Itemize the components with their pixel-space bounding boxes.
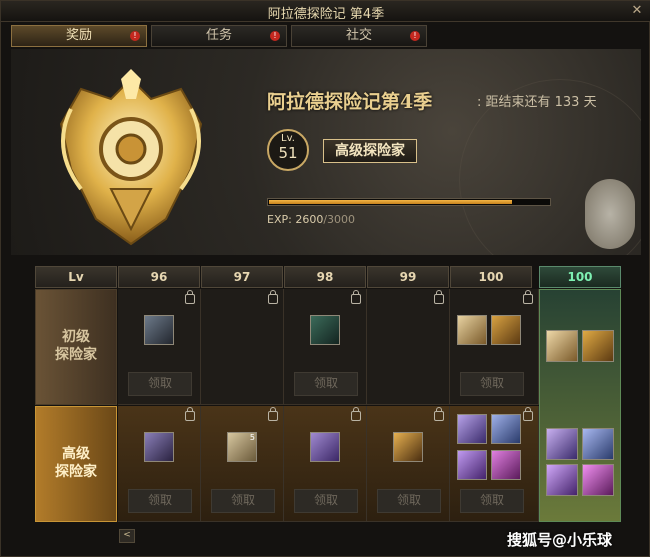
- claim-button[interactable]: 领取: [128, 489, 192, 513]
- claim-button[interactable]: 领取: [294, 372, 358, 396]
- season-banner: 阿拉德探险记第4季 : 距结束还有 133 天 Lv. 51 高级探险家 EXP…: [11, 49, 641, 255]
- title-bar: 阿拉德探险记 第4季 ✕: [1, 1, 650, 22]
- claim-button[interactable]: 领取: [460, 489, 524, 513]
- reward-cell: 领取: [367, 406, 450, 522]
- reward-cell: 领取: [118, 406, 201, 522]
- coupon-icon[interactable]: [310, 432, 340, 462]
- claim-button[interactable]: 领取: [128, 372, 192, 396]
- lock-icon: [434, 290, 444, 304]
- season-emblem-icon: [59, 69, 203, 246]
- exp-current: 2600: [295, 213, 324, 226]
- avatar-box-icon[interactable]: [491, 414, 521, 444]
- gift-box-icon[interactable]: [546, 330, 578, 362]
- treasure-chest-icon[interactable]: [582, 330, 614, 362]
- close-icon[interactable]: ✕: [629, 3, 645, 19]
- reward-cell: 领取: [450, 406, 539, 522]
- avatar-box-icon[interactable]: [457, 450, 487, 480]
- lock-icon: [351, 407, 361, 421]
- tab-rewards-label: 奖励: [65, 28, 92, 43]
- bonus-level-header: 100: [539, 266, 621, 288]
- claim-button[interactable]: 领取: [211, 489, 275, 513]
- reward-cell: 领取: [118, 289, 201, 405]
- compass-icon: [585, 179, 635, 249]
- reward-cell: 5 领取: [201, 406, 284, 522]
- lock-icon: [185, 407, 195, 421]
- claim-button[interactable]: 领取: [460, 372, 524, 396]
- basic-explorer-label: 初级 探险家: [35, 289, 117, 405]
- crate-icon[interactable]: [310, 315, 340, 345]
- level-value: 51: [278, 144, 298, 162]
- claim-button[interactable]: 领取: [377, 489, 441, 513]
- reward-cell: 领取: [450, 289, 539, 405]
- exp-label: EXP:: [267, 213, 292, 226]
- bonus-reward-column: [539, 289, 621, 522]
- exp-readout: EXP: 2600/3000: [267, 213, 355, 226]
- costume-icon[interactable]: [491, 450, 521, 480]
- level-98-header: 98: [284, 266, 366, 288]
- reward-cell: 领取: [284, 406, 367, 522]
- costume-icon[interactable]: [582, 464, 614, 496]
- level-97-header: 97: [201, 266, 283, 288]
- window-title: 阿拉德探险记 第4季: [267, 7, 385, 22]
- alert-icon: !: [270, 31, 280, 41]
- scroll-left-button[interactable]: <: [119, 529, 135, 543]
- item-count: 5: [249, 433, 255, 442]
- treasure-chest-icon[interactable]: [491, 315, 521, 345]
- lock-icon: [523, 290, 533, 304]
- basic-explorer-label-line1: 初级: [62, 329, 90, 345]
- avatar-box-icon[interactable]: [457, 414, 487, 444]
- lock-icon: [185, 290, 195, 304]
- supply-box-icon[interactable]: 5: [227, 432, 257, 462]
- watermark: 搜狐号@小乐球: [507, 531, 613, 549]
- level-100-header: 100: [450, 266, 532, 288]
- tab-social[interactable]: 社交 !: [291, 25, 427, 47]
- advanced-explorer-label-line1: 高级: [62, 446, 90, 462]
- lock-icon: [268, 407, 278, 421]
- exp-progress-fill: [269, 200, 512, 204]
- golden-scroll-icon[interactable]: [393, 432, 423, 462]
- mystery-box-icon[interactable]: [144, 432, 174, 462]
- season-window: 阿拉德探险记 第4季 ✕ 奖励 ! 任务 ! 社交 ! 阿拉德探险记第4季: …: [0, 0, 650, 557]
- level-prefix: Lv.: [281, 133, 295, 144]
- exp-max: /3000: [323, 213, 356, 226]
- reward-cell: 领取: [284, 289, 367, 405]
- level-indicator: Lv. 51: [267, 129, 309, 171]
- alert-icon: !: [130, 31, 140, 41]
- season-title: 阿拉德探险记第4季: [267, 91, 433, 113]
- level-96-header: 96: [118, 266, 200, 288]
- lock-icon: [268, 290, 278, 304]
- lock-icon: [351, 290, 361, 304]
- level-99-header: 99: [367, 266, 449, 288]
- reward-cell: [367, 289, 450, 405]
- avatar-box-icon[interactable]: [546, 464, 578, 496]
- reward-cell: [201, 289, 284, 405]
- avatar-box-icon[interactable]: [582, 428, 614, 460]
- advanced-explorer-label-line2: 探险家: [55, 464, 97, 480]
- level-header: Lv: [35, 266, 117, 288]
- tab-quests[interactable]: 任务 !: [151, 25, 287, 47]
- alert-icon: !: [410, 31, 420, 41]
- claim-button[interactable]: 领取: [294, 489, 358, 513]
- tab-quests-label: 任务: [205, 28, 232, 43]
- lock-icon: [523, 407, 533, 421]
- weapon-box-icon[interactable]: [144, 315, 174, 345]
- exp-progress-bar: [267, 198, 551, 206]
- rank-badge: 高级探险家: [323, 139, 417, 163]
- tab-rewards[interactable]: 奖励 !: [11, 25, 147, 47]
- basic-explorer-label-line2: 探险家: [55, 347, 97, 363]
- time-remaining: : 距结束还有 133 天: [477, 95, 597, 110]
- gift-box-icon[interactable]: [457, 315, 487, 345]
- advanced-explorer-label: 高级 探险家: [35, 406, 117, 522]
- tab-social-label: 社交: [345, 28, 372, 43]
- avatar-box-icon[interactable]: [546, 428, 578, 460]
- lock-icon: [434, 407, 444, 421]
